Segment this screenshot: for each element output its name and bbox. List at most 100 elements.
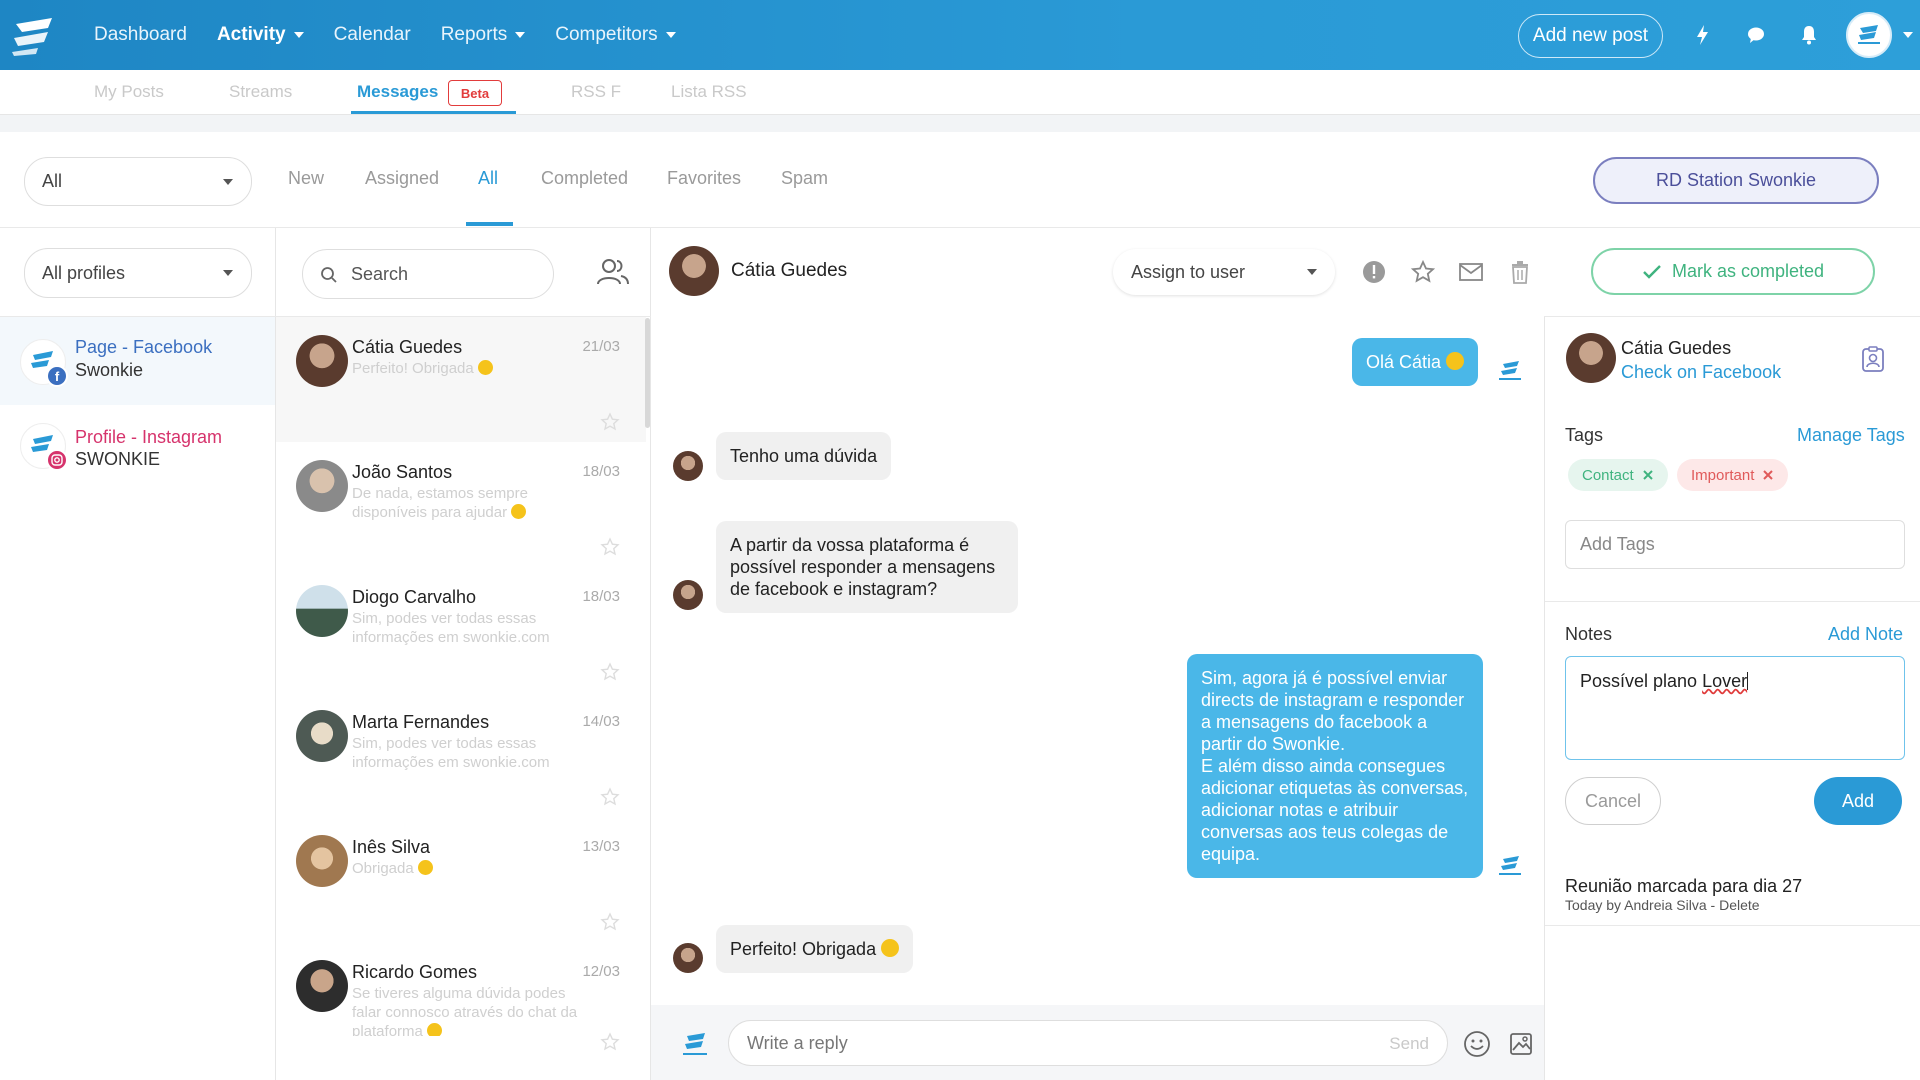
bell-icon[interactable] [1796, 22, 1822, 48]
account-selector-button[interactable]: RD Station Swonkie [1593, 157, 1879, 204]
filter-tab-new[interactable]: New [288, 168, 324, 189]
avatar [296, 460, 348, 512]
conversation-preview-text: Se tiveres alguma dúvida podes falar con… [352, 985, 578, 1036]
image-upload-icon[interactable] [1507, 1029, 1535, 1057]
nav-competitors[interactable]: Competitors [555, 24, 676, 46]
tab-rss-f[interactable]: RSS F [571, 82, 621, 102]
avatar [296, 710, 348, 762]
filter-tab-spam[interactable]: Spam [781, 168, 828, 189]
instagram-icon [46, 449, 68, 471]
profile-item-instagram[interactable]: Profile - Instagram SWONKIE [0, 405, 275, 493]
smile-emoji-icon [1446, 352, 1465, 370]
star-icon[interactable] [600, 662, 620, 682]
star-icon[interactable] [1410, 259, 1436, 285]
bolt-icon[interactable] [1690, 22, 1716, 48]
avatar [673, 580, 703, 610]
smile-emoji-icon [417, 860, 433, 875]
conversation-item[interactable]: João Santos 18/03 De nada, estamos sempr… [276, 442, 646, 567]
conversation-preview: Se tiveres alguma dúvida podes falar con… [352, 984, 582, 1036]
nav-calendar[interactable]: Calendar [334, 24, 411, 46]
filter-tab-assigned[interactable]: Assigned [365, 168, 439, 189]
conversation-item[interactable]: Diogo Carvalho 18/03 Sim, podes ver toda… [276, 567, 646, 692]
tag-contact[interactable]: Contact [1568, 459, 1668, 491]
filter-tab-all[interactable]: All [478, 168, 498, 189]
tag-label: Important [1691, 466, 1755, 484]
active-filter-indicator [466, 222, 513, 226]
profile-type-label: Profile - Instagram [75, 427, 223, 447]
contact-card-icon[interactable] [1860, 346, 1886, 374]
saved-note-title: Reunião marcada para dia 27 [1565, 876, 1803, 896]
assign-user-placeholder: Assign to user [1131, 261, 1246, 282]
message-bubble-outgoing: Olá Cátia [1352, 338, 1479, 386]
conversation-preview: Obrigada [352, 859, 582, 878]
tab-my-posts[interactable]: My Posts [94, 82, 164, 102]
nav-dashboard[interactable]: Dashboard [94, 24, 187, 46]
assign-user-select[interactable]: Assign to user [1113, 249, 1335, 295]
nav-reports[interactable]: Reports [441, 24, 526, 46]
message-bubble-incoming: Tenho uma dúvida [716, 432, 892, 480]
tab-messages[interactable]: Messages [357, 82, 438, 102]
chevron-down-icon [293, 31, 304, 38]
close-icon[interactable] [1762, 469, 1774, 481]
conversation-name: Diogo Carvalho [352, 587, 477, 607]
users-icon[interactable] [596, 257, 630, 287]
note-draft-text: Possível plano [1580, 671, 1703, 691]
mark-as-completed-button[interactable]: Mark as completed [1591, 248, 1875, 295]
star-icon[interactable] [600, 1032, 620, 1052]
conversation-item[interactable]: Inês Silva 13/03 Obrigada [276, 817, 646, 942]
search-input[interactable]: Search [302, 249, 554, 299]
mail-icon[interactable] [1458, 259, 1484, 285]
user-avatar[interactable] [1846, 12, 1892, 58]
conversation-name: Marta Fernandes [352, 712, 490, 732]
section-divider [1545, 601, 1920, 602]
swonkie-logo-icon[interactable] [8, 14, 58, 58]
smile-emoji-icon [511, 504, 527, 519]
profile-item-facebook[interactable]: f Page - Facebook Swonkie [0, 317, 275, 405]
nav-reports-label: Reports [440, 24, 508, 45]
tab-streams[interactable]: Streams [229, 82, 292, 102]
nav-activity[interactable]: Activity [217, 24, 304, 46]
reply-input[interactable]: Write a reply Send [728, 1020, 1448, 1066]
alert-icon[interactable] [1361, 259, 1387, 285]
conversation-list-scrollbar[interactable] [645, 318, 650, 428]
filter-tab-completed[interactable]: Completed [541, 168, 628, 189]
manage-tags-link[interactable]: Manage Tags [1797, 425, 1905, 446]
chevron-down-icon[interactable] [1903, 32, 1913, 38]
star-icon[interactable] [600, 787, 620, 807]
star-icon[interactable] [600, 412, 620, 432]
conversation-date: 21/03 [582, 338, 620, 355]
tag-important[interactable]: Important [1677, 459, 1789, 491]
filter-tab-favorites[interactable]: Favorites [667, 168, 741, 189]
chat-bubble-icon[interactable] [1743, 22, 1769, 48]
conversation-item[interactable]: Ricardo Gomes 12/03 Se tiveres alguma dú… [276, 942, 646, 1052]
add-note-button[interactable]: Add [1814, 777, 1902, 825]
tag-label: Contact [1582, 466, 1634, 484]
top-navigation-bar: Dashboard Activity Calendar Reports Comp… [0, 0, 1920, 70]
emoji-icon[interactable] [1463, 1030, 1491, 1058]
trash-icon[interactable] [1507, 259, 1533, 285]
profiles-select[interactable]: All profiles [24, 248, 252, 298]
star-icon[interactable] [600, 912, 620, 932]
saved-note-meta: Today by Andreia Silva - Delete [1565, 897, 1760, 913]
close-icon[interactable] [1642, 469, 1654, 481]
profile-name-label: SWONKIE [75, 449, 161, 469]
star-icon[interactable] [600, 537, 620, 557]
note-textarea[interactable]: Possível plano Lover [1565, 656, 1905, 760]
add-new-post-button[interactable]: Add new post [1518, 14, 1663, 58]
conversation-item[interactable]: Marta Fernandes 14/03 Sim, podes ver tod… [276, 692, 646, 817]
tab-lista-rss[interactable]: Lista RSS [671, 82, 747, 102]
message-type-select[interactable]: All [24, 157, 252, 206]
conversation-preview: Perfeito! Obrigada [352, 359, 582, 378]
conversation-date: 14/03 [582, 713, 620, 730]
add-tags-input[interactable]: Add Tags [1565, 520, 1905, 569]
avatar [673, 943, 703, 973]
conversation-item[interactable]: Cátia Guedes 21/03 Perfeito! Obrigada [276, 317, 646, 442]
send-button[interactable]: Send [1389, 1034, 1429, 1054]
smile-emoji-icon [427, 1023, 443, 1036]
check-on-facebook-link[interactable]: Check on Facebook [1621, 362, 1781, 383]
cancel-note-button[interactable]: Cancel [1565, 777, 1661, 825]
column-divider [1544, 316, 1545, 1080]
reply-placeholder: Write a reply [747, 1032, 848, 1053]
add-note-link[interactable]: Add Note [1828, 624, 1903, 645]
tags-label: Tags [1565, 425, 1604, 445]
